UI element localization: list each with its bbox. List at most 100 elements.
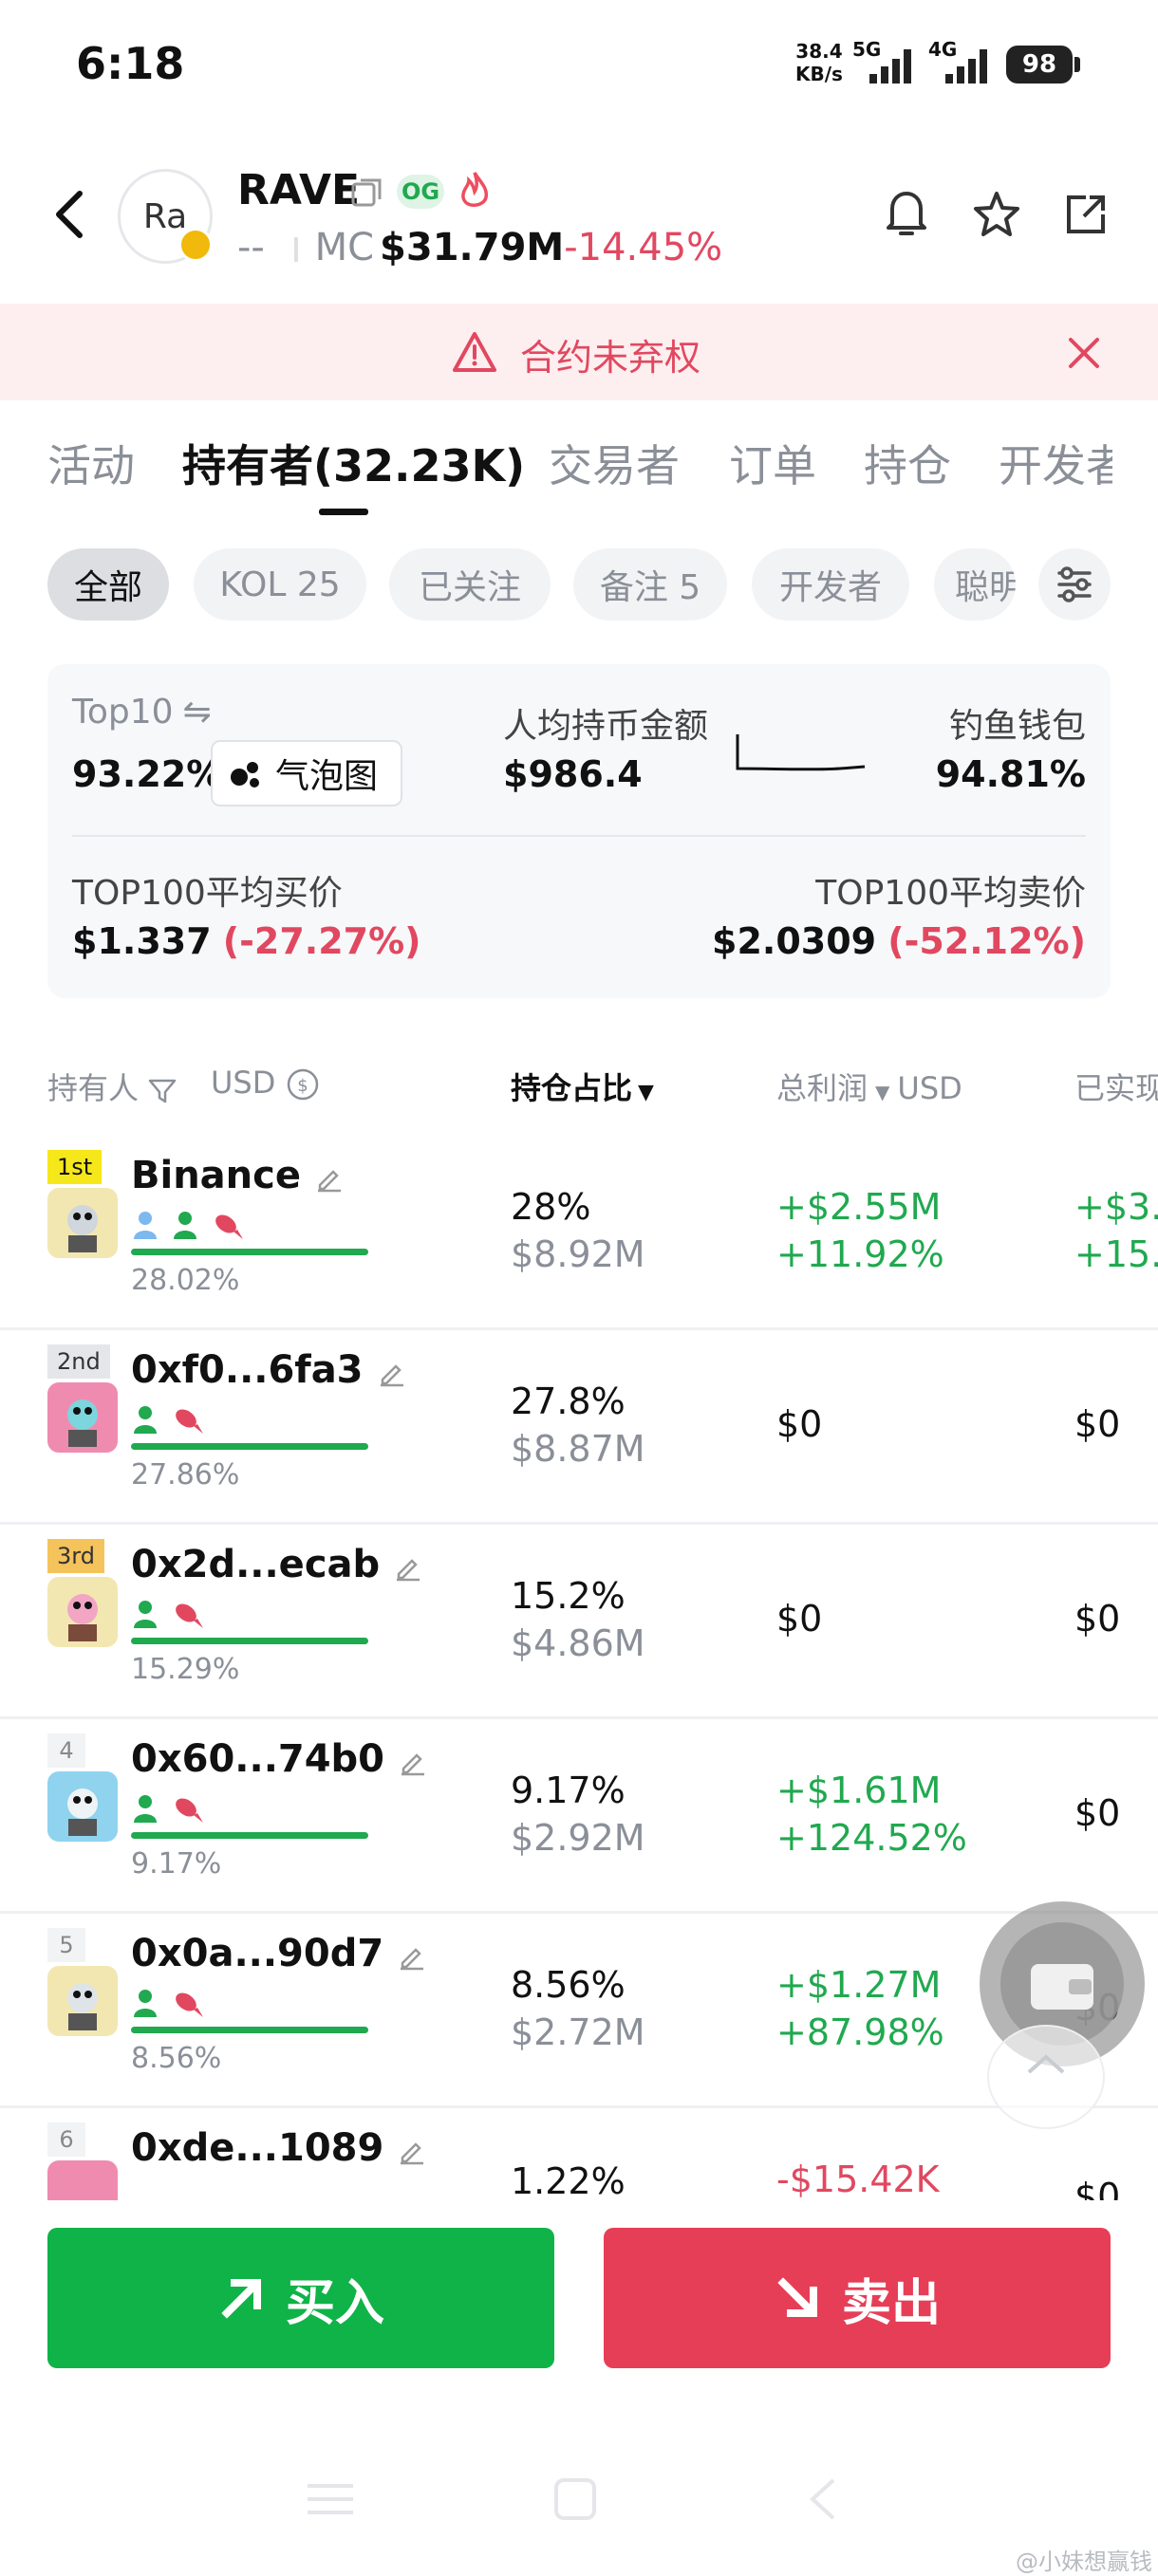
realized-profit: +$3.2 — [1074, 1186, 1158, 1228]
total-profit-pct: +11.92% — [776, 1233, 944, 1275]
tab-orders[interactable]: 订单 — [729, 432, 816, 494]
holder-name[interactable]: 0x60...74b0 — [131, 1737, 428, 1781]
table-row[interactable]: 3rd 0x2d...ecab 15.29% 15.2% $4.86M $0 $… — [0, 1522, 1158, 1719]
scroll-top-button[interactable] — [987, 2025, 1105, 2129]
holding-bar — [131, 2027, 368, 2033]
top10-label: Top10 ⇋ — [72, 693, 212, 732]
holder-name[interactable]: 0x2d...ecab — [131, 1543, 423, 1586]
avg-hold-value: $986.4 — [503, 753, 643, 795]
holder-tags — [131, 1987, 205, 2021]
copy-icon[interactable] — [351, 176, 383, 209]
holder-tags — [131, 1598, 205, 1632]
header-hold-ratio[interactable]: 持仓占比 ▼ — [511, 1065, 654, 1108]
filter-smart[interactable]: 聪明 — [934, 548, 1016, 621]
filter-notes[interactable]: 备注 5 — [573, 548, 727, 621]
total-profit-pct: +87.98% — [776, 2011, 944, 2053]
filter-icon — [148, 1079, 177, 1103]
filter-following[interactable]: 已关注 — [389, 548, 551, 621]
edit-icon[interactable] — [397, 2135, 427, 2165]
tab-traders[interactable]: 交易者 — [549, 432, 680, 494]
edit-icon[interactable] — [377, 1357, 407, 1387]
holder-tags — [131, 1209, 245, 1243]
star-icon[interactable] — [972, 190, 1021, 239]
svg-text:$: $ — [297, 1076, 308, 1096]
hold-ratio: 27.8% — [511, 1381, 626, 1422]
share-icon[interactable] — [1063, 192, 1109, 237]
sort-icon: ▼ — [875, 1081, 890, 1103]
rank-badge: 1st — [47, 1150, 103, 1184]
rank-badge: 4 — [47, 1733, 85, 1768]
watermark: @小妹想赢钱 — [1016, 2548, 1152, 2575]
edit-icon[interactable] — [398, 1746, 428, 1776]
hold-value: $2.92M — [511, 1817, 645, 1859]
header-total-profit[interactable]: 总利润 ▼ USD — [776, 1065, 962, 1108]
holding-pct: 8.56% — [131, 2042, 222, 2075]
top10-value: 93.22% — [72, 753, 223, 795]
rank-badge: 6 — [47, 2122, 85, 2157]
realized-profit: $0 — [1074, 1598, 1121, 1640]
edit-icon[interactable] — [314, 1162, 345, 1193]
table-row[interactable]: 1st Binance 28.02% 28% $8.92M +$2.55M +1… — [0, 1133, 1158, 1330]
hold-value: $4.86M — [511, 1622, 645, 1664]
realized-profit: $0 — [1074, 1403, 1121, 1445]
warning-text: 合约未弃权 — [520, 337, 701, 379]
holder-name[interactable]: 0xde...1089 — [131, 2126, 427, 2170]
user-icon — [174, 1212, 196, 1239]
user-icon — [134, 1601, 157, 1628]
phishing-value: 94.81% — [935, 753, 1086, 795]
holding-bar — [131, 1832, 368, 1839]
header-holder[interactable]: 持有人 — [47, 1065, 177, 1108]
token-symbol: RAVE — [237, 166, 361, 214]
home-nav-icon[interactable] — [552, 2476, 598, 2522]
table-row[interactable]: 2nd 0xf0...6fa3 27.86% 27.8% $8.87M $0 $… — [0, 1327, 1158, 1525]
back-icon[interactable] — [46, 186, 93, 243]
holder-name[interactable]: 0xf0...6fa3 — [131, 1348, 407, 1392]
og-badge: OG — [397, 175, 444, 209]
holding-pct: 9.17% — [131, 1847, 222, 1881]
holder-name[interactable]: 0x0a...90d7 — [131, 1932, 427, 1975]
header-realized[interactable]: 已实现 — [1074, 1065, 1158, 1108]
back-nav-icon[interactable] — [803, 2476, 841, 2522]
top100-sell-value: $2.0309 (-52.12%) — [712, 920, 1086, 962]
holding-bar — [131, 1638, 368, 1644]
filter-all[interactable]: 全部 — [47, 548, 169, 621]
total-profit: $0 — [776, 1403, 823, 1445]
fish-icon — [176, 1603, 203, 1628]
table-header: 持有人 USD $ 持仓占比 ▼ 总利润 ▼ USD 已实现 — [0, 1057, 1158, 1114]
warning-banner: 合约未弃权 — [0, 304, 1158, 400]
filter-settings-icon[interactable] — [1038, 548, 1111, 621]
bubble-chart-button[interactable]: 气泡图 — [211, 740, 402, 806]
holding-pct: 28.02% — [131, 1264, 240, 1297]
hold-ratio: 28% — [511, 1186, 591, 1228]
hold-value: $8.87M — [511, 1428, 645, 1470]
hold-ratio: 8.56% — [511, 1964, 626, 2006]
menu-nav-icon[interactable] — [304, 2478, 357, 2520]
filter-kol[interactable]: KOL 25 — [194, 548, 366, 621]
holding-bar — [131, 1443, 368, 1450]
table-row[interactable]: 4 0x60...74b0 9.17% 9.17% $2.92M +$1.61M… — [0, 1716, 1158, 1914]
tab-positions[interactable]: 持仓 — [864, 432, 951, 494]
header-usd[interactable]: USD $ — [211, 1065, 320, 1102]
edit-icon[interactable] — [393, 1551, 423, 1582]
realized-profit: $0 — [1074, 1792, 1121, 1834]
arrow-down-right-icon — [777, 2277, 817, 2317]
table-row[interactable]: 6 0xde...1089 1.22% -$15.42K $0 — [0, 2105, 1158, 2200]
tab-activity[interactable]: 活动 — [47, 432, 135, 494]
tab-developer-clip: 开发者 — [999, 432, 1112, 489]
tab-developer[interactable]: 开发者 — [999, 432, 1112, 489]
wallet-icon — [1031, 1964, 1093, 2010]
top100-buy-label: TOP100平均买价 — [72, 874, 343, 913]
holder-name[interactable]: Binance — [131, 1154, 345, 1197]
edit-icon[interactable] — [397, 1940, 427, 1971]
close-icon[interactable] — [1067, 336, 1101, 370]
filter-developer[interactable]: 开发者 — [752, 548, 909, 621]
sell-button[interactable]: 卖出 — [604, 2228, 1111, 2368]
bubble-icon — [231, 762, 259, 788]
hold-ratio: 15.2% — [511, 1575, 626, 1617]
user-icon — [134, 1795, 157, 1823]
hold-ratio: 9.17% — [511, 1770, 626, 1811]
tab-holders[interactable]: 持有者(32.23K) — [182, 432, 525, 494]
buy-button[interactable]: 买入 — [47, 2228, 554, 2368]
total-profit: +$1.61M — [776, 1770, 942, 1811]
bell-icon[interactable] — [883, 186, 930, 241]
